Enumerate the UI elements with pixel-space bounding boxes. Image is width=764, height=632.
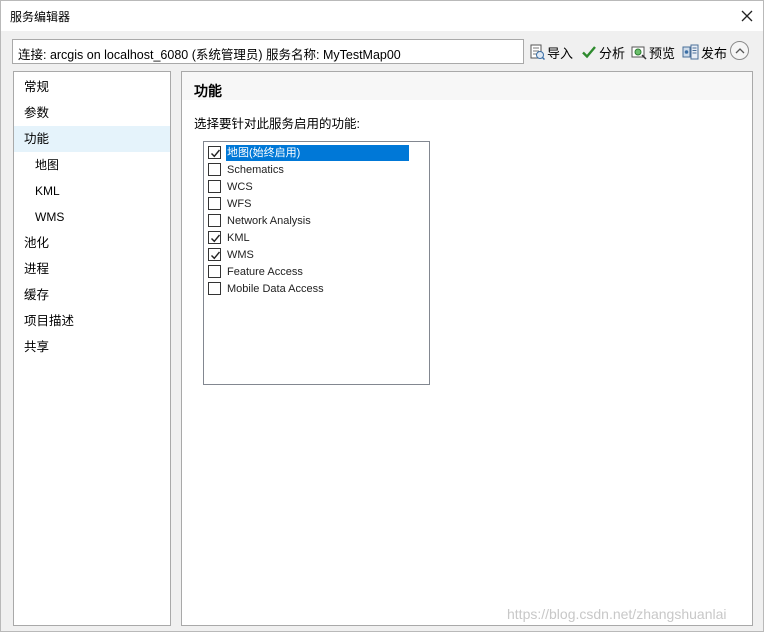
chevron-up-icon: [735, 48, 744, 54]
capability-checkbox[interactable]: [208, 163, 221, 176]
panel-header: [182, 72, 752, 100]
capability-item[interactable]: WCS: [208, 178, 418, 195]
checkmark-icon: [582, 46, 596, 59]
import-icon: [530, 44, 545, 60]
publish-icon: [682, 44, 699, 60]
capability-item[interactable]: KML: [208, 229, 418, 246]
sidebar-nav: 常规 参数 功能 地图 KML WMS 池化 进程 缓存 项目描述 共享: [13, 71, 171, 626]
service-editor-window: 服务编辑器 连接: arcgis on localhost_6080 (系统管理…: [0, 0, 764, 632]
capability-label: Mobile Data Access: [227, 282, 324, 295]
capability-checkbox[interactable]: [208, 265, 221, 278]
capability-label: 地图(始终启用): [226, 144, 409, 161]
capability-item[interactable]: WMS: [208, 246, 418, 263]
capability-checkbox[interactable]: [208, 248, 221, 261]
capability-item[interactable]: WFS: [208, 195, 418, 212]
publish-label: 发布: [701, 45, 728, 61]
close-button[interactable]: [732, 3, 762, 29]
capability-checkbox[interactable]: [208, 197, 221, 210]
sidebar-item-processes[interactable]: 进程: [14, 256, 170, 282]
sidebar-item-pooling[interactable]: 池化: [14, 230, 170, 256]
capability-item[interactable]: Schematics: [208, 161, 418, 178]
sidebar-item-parameters[interactable]: 参数: [14, 100, 170, 126]
preview-icon: [631, 46, 647, 60]
capabilities-panel: 功能 选择要针对此服务启用的功能: 地图(始终启用) Schematics WC…: [181, 71, 753, 626]
sidebar-item-sharing[interactable]: 共享: [14, 334, 170, 360]
analyze-label: 分析: [599, 45, 626, 61]
sidebar-item-general[interactable]: 常规: [14, 74, 170, 100]
capability-checkbox[interactable]: [208, 282, 221, 295]
capability-item[interactable]: Mobile Data Access: [208, 280, 418, 297]
sidebar-item-caching[interactable]: 缓存: [14, 282, 170, 308]
capability-checkbox[interactable]: [208, 146, 221, 159]
capability-item[interactable]: Feature Access: [208, 263, 418, 280]
close-icon: [741, 10, 753, 22]
capability-label: Schematics: [227, 163, 284, 176]
capabilities-list: 地图(始终启用) Schematics WCS WFS Network Anal…: [203, 141, 430, 385]
capability-item[interactable]: Network Analysis: [208, 212, 418, 229]
preview-label: 预览: [649, 45, 676, 61]
capability-checkbox[interactable]: [208, 180, 221, 193]
capability-label: WFS: [227, 197, 252, 210]
analyze-button[interactable]: 分析: [581, 42, 625, 62]
capability-label: WMS: [227, 248, 254, 261]
capability-label: Feature Access: [227, 265, 303, 278]
watermark-text: https://blog.csdn.net/zhangshuanlai: [507, 606, 727, 622]
capability-label: KML: [227, 231, 250, 244]
window-title: 服务编辑器: [10, 10, 71, 24]
panel-description: 选择要针对此服务启用的功能:: [194, 117, 360, 131]
capability-checkbox[interactable]: [208, 231, 221, 244]
sidebar-item-item-description[interactable]: 项目描述: [14, 308, 170, 334]
title-bar: 服务编辑器: [1, 1, 763, 31]
capability-checkbox[interactable]: [208, 214, 221, 227]
connection-info-field[interactable]: 连接: arcgis on localhost_6080 (系统管理员) 服务名…: [12, 39, 524, 64]
sidebar-item-kml[interactable]: KML: [14, 178, 170, 204]
sidebar-item-map[interactable]: 地图: [14, 152, 170, 178]
import-button[interactable]: 导入: [529, 42, 573, 62]
toolbar: 连接: arcgis on localhost_6080 (系统管理员) 服务名…: [1, 31, 763, 71]
sidebar-item-capabilities[interactable]: 功能: [14, 126, 170, 152]
panel-title: 功能: [194, 83, 222, 99]
collapse-button[interactable]: [730, 41, 749, 60]
capability-label: WCS: [227, 180, 253, 193]
capability-label: Network Analysis: [227, 214, 311, 227]
sidebar-item-wms[interactable]: WMS: [14, 204, 170, 230]
import-label: 导入: [547, 45, 574, 61]
capability-item[interactable]: 地图(始终启用): [208, 144, 418, 161]
preview-button[interactable]: 预览: [631, 42, 675, 62]
publish-button[interactable]: 发布: [682, 42, 727, 62]
